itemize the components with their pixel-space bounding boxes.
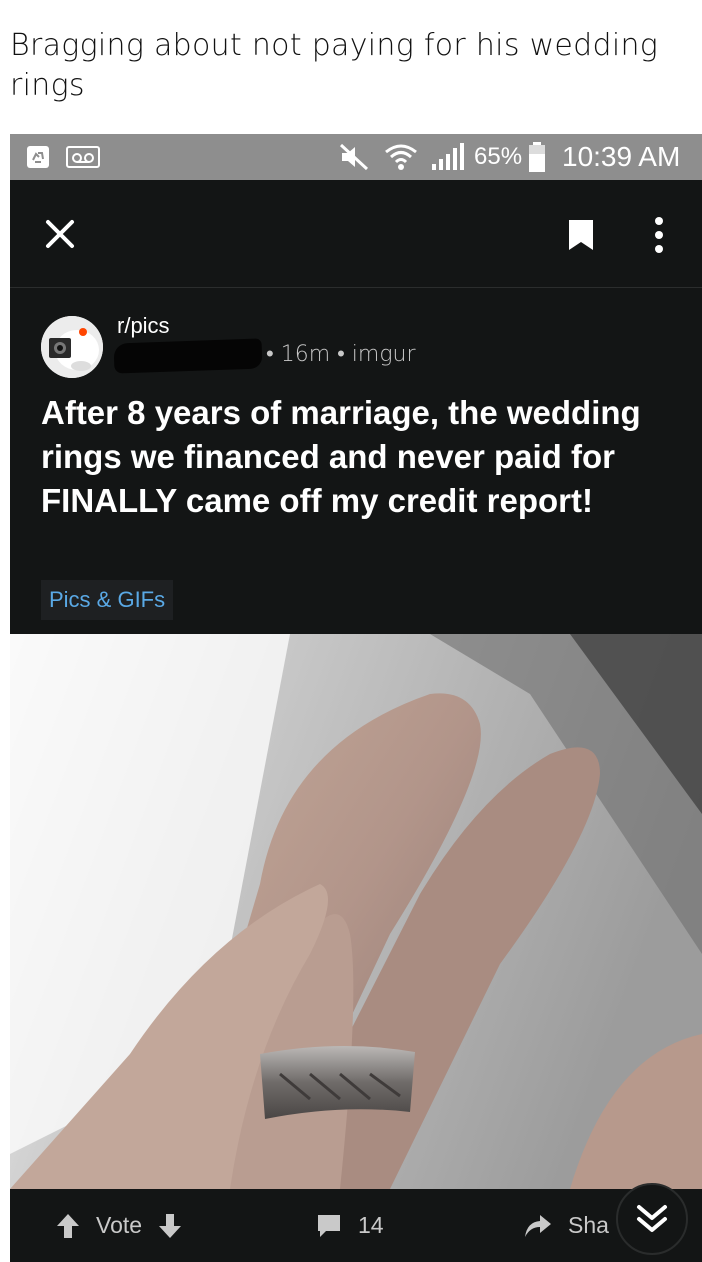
clock: 10:39 AM (562, 141, 681, 172)
upvote-icon[interactable] (56, 1213, 80, 1239)
scroll-to-comments-button[interactable] (616, 1183, 688, 1255)
battery-percent: 65% (474, 143, 523, 170)
signal-icon (430, 134, 466, 180)
post-action-bar: Vote 14 Sha (10, 1189, 702, 1262)
comment-icon (316, 1213, 342, 1239)
post-flair[interactable]: Pics & GIFs (41, 580, 174, 620)
post-image[interactable] (10, 634, 702, 1189)
subreddit-name[interactable]: r/pics (117, 313, 170, 339)
post-caption: Bragging about not paying for his weddin… (10, 28, 659, 103)
status-bar: 65% 10:39 AM (10, 134, 702, 180)
redacted-username (113, 338, 263, 374)
close-icon[interactable] (44, 218, 76, 255)
voicemail-icon (66, 134, 100, 180)
post-meta: • 16m • imgur (266, 342, 416, 367)
bookmark-icon[interactable] (567, 218, 595, 257)
battery-icon (528, 134, 546, 180)
comments-count: 14 (358, 1212, 384, 1238)
share-label: Sha (568, 1212, 609, 1238)
wifi-icon (384, 134, 418, 180)
vote-label: Vote (96, 1212, 143, 1238)
subreddit-avatar[interactable] (41, 316, 103, 378)
more-vertical-icon[interactable] (654, 216, 664, 259)
vote-control: Vote (56, 1189, 182, 1262)
comments-button[interactable]: 14 (316, 1189, 384, 1262)
mute-icon (338, 134, 370, 180)
share-button[interactable]: Sha (524, 1189, 609, 1262)
post-toolbar (10, 180, 702, 288)
downvote-icon[interactable] (158, 1213, 182, 1239)
double-chevron-down-icon (635, 1204, 669, 1234)
phone-screenshot: 65% 10:39 AM r/pics • 16m • imgur After … (10, 134, 702, 1262)
share-icon (524, 1213, 552, 1239)
post-title: After 8 years of marriage, the wedding r… (41, 394, 641, 519)
post-header: r/pics • 16m • imgur After 8 years of ma… (10, 289, 702, 634)
recycle-icon (24, 134, 52, 180)
